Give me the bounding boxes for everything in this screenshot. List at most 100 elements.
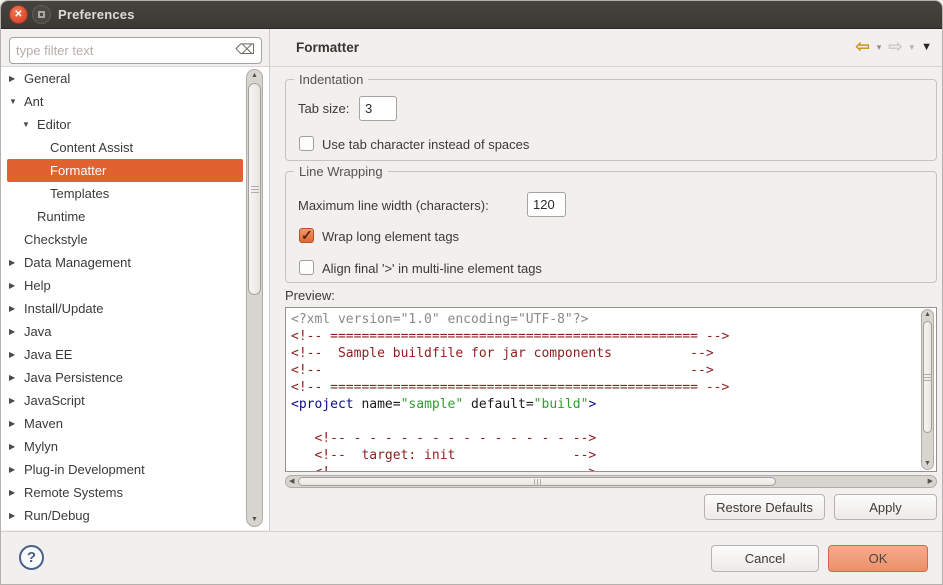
preview-scrollbar-thumb[interactable] [923,321,932,433]
tree-item-maven[interactable]: ▶Maven [7,412,243,435]
tree-item-label: Editor [37,113,71,136]
tree-item-checkstyle[interactable]: Checkstyle [7,228,243,251]
code-line: <?xml version="1.0" encoding="UTF-8"?> [286,311,936,328]
tree-item-label: Install/Update [24,297,104,320]
expand-icon[interactable]: ▶ [9,435,24,458]
page-title: Formatter [296,40,359,55]
tree-scrollbar[interactable]: ▲ ▼ [246,69,263,527]
clear-filter-icon[interactable]: ⌫ [235,42,255,56]
expand-icon[interactable]: ▶ [9,366,24,389]
preview-horizontal-scrollbar[interactable]: ◀ ▶ [285,475,937,488]
cancel-button[interactable]: Cancel [711,545,819,572]
code-line: <project name="sample" default="build"> [286,396,936,413]
expand-icon[interactable]: ▶ [9,343,24,366]
preview-hscrollbar-thumb[interactable] [298,477,776,486]
titlebar[interactable]: ✕ Preferences [1,1,943,29]
tree-item-java-ee[interactable]: ▶Java EE [7,343,243,366]
tree-item-javascript[interactable]: ▶JavaScript [7,389,243,412]
scroll-down-icon[interactable]: ▼ [247,515,262,525]
expand-icon[interactable]: ▶ [9,504,24,527]
preview-vertical-scrollbar[interactable]: ▲ ▼ [921,309,934,470]
restore-defaults-button[interactable]: Restore Defaults [704,494,825,520]
tree-item-label: JavaScript [24,389,85,412]
tree-item-label: Runtime [37,205,85,228]
expand-icon[interactable]: ▶ [9,320,24,343]
align-final-label: Align final '>' in multi-line element ta… [322,261,542,276]
use-tab-checkbox[interactable] [299,136,314,151]
align-final-checkbox[interactable] [299,260,314,275]
tree-item-plug-in-development[interactable]: ▶Plug-in Development [7,458,243,481]
help-button[interactable]: ? [19,545,44,570]
tree-item-label: Run/Debug [24,504,90,527]
page-nav: ⇦ ▾ ⇨ ▾ ▼ [856,37,932,57]
back-icon[interactable]: ⇦ [856,37,870,57]
tree-item-label: Maven [24,412,63,435]
tree-item-install-update[interactable]: ▶Install/Update [7,297,243,320]
tree-item-remote-systems[interactable]: ▶Remote Systems [7,481,243,504]
tree-item-mylyn[interactable]: ▶Mylyn [7,435,243,458]
scroll-right-icon[interactable]: ▶ [928,476,933,488]
tree-item-label: Templates [50,182,109,205]
window-title: Preferences [58,7,135,22]
preview-box: <?xml version="1.0" encoding="UTF-8"?><!… [285,307,937,472]
tree-item-templates[interactable]: Templates [7,182,243,205]
tree-item-label: Plug-in Development [24,458,145,481]
tree-item-formatter[interactable]: Formatter [7,159,243,182]
expand-icon[interactable]: ▶ [9,297,24,320]
tree-item-label: Java Persistence [24,366,123,389]
scroll-left-icon[interactable]: ◀ [289,476,294,488]
expand-icon[interactable]: ▶ [9,412,24,435]
tree-item-ant[interactable]: ▼Ant [7,90,243,113]
tree-scrollbar-thumb[interactable] [248,83,261,295]
tree-item-label: General [24,67,70,90]
code-line [286,413,936,430]
tree-item-label: Java EE [24,343,72,366]
back-history-dropdown-icon[interactable]: ▾ [877,37,882,57]
tree-item-content-assist[interactable]: Content Assist [7,136,243,159]
collapse-icon[interactable]: ▼ [9,90,24,113]
tree-item-java[interactable]: ▶Java [7,320,243,343]
footer-bar: ? Cancel OK [1,531,943,585]
filter-input[interactable] [16,39,231,62]
max-line-width-input[interactable] [527,192,566,217]
tree-item-run-debug[interactable]: ▶Run/Debug [7,504,243,527]
code-line: <!-- target: init --> [286,447,936,464]
tree-item-runtime[interactable]: Runtime [7,205,243,228]
close-icon[interactable]: ✕ [9,5,28,24]
tree-item-label: Formatter [50,159,106,182]
view-menu-icon[interactable]: ▼ [921,37,932,57]
restore-glyph [38,11,45,18]
wrap-long-tags-checkbox[interactable] [299,228,314,243]
forward-icon: ⇨ [888,37,902,57]
scroll-up-icon[interactable]: ▲ [922,310,933,320]
tab-size-label: Tab size: [298,101,349,116]
restore-icon[interactable] [32,5,51,24]
code-line: <!-- ===================================… [286,328,936,345]
line-wrapping-group: Line Wrapping Maximum line width (charac… [285,171,937,283]
collapse-icon[interactable]: ▼ [22,113,37,136]
forward-history-dropdown-icon: ▾ [910,37,915,57]
tab-size-input[interactable] [359,96,397,121]
expand-icon[interactable]: ▶ [9,458,24,481]
tree-item-data-management[interactable]: ▶Data Management [7,251,243,274]
max-line-width-label: Maximum line width (characters): [298,198,489,213]
expand-icon[interactable]: ▶ [9,481,24,504]
ok-button[interactable]: OK [828,545,928,572]
expand-icon[interactable]: ▶ [9,389,24,412]
tree-item-label: Ant [24,90,44,113]
apply-button[interactable]: Apply [834,494,937,520]
expand-icon[interactable]: ▶ [9,251,24,274]
scroll-down-icon[interactable]: ▼ [922,459,933,469]
code-line: <!-- Sample buildfile for jar components… [286,345,936,362]
scroll-up-icon[interactable]: ▲ [247,71,262,81]
expand-icon[interactable]: ▶ [9,274,24,297]
expand-icon[interactable]: ▶ [9,67,24,90]
tree-item-help[interactable]: ▶Help [7,274,243,297]
tree-item-java-persistence[interactable]: ▶Java Persistence [7,366,243,389]
code-line: <!-- - - - - - - - - - - - - - - --> [286,464,936,472]
tree-item-label: Remote Systems [24,481,123,504]
tree-item-editor[interactable]: ▼Editor [7,113,243,136]
tree-item-general[interactable]: ▶General [7,67,243,90]
tree-item-label: Content Assist [50,136,133,159]
tree-item-label: Java [24,320,51,343]
